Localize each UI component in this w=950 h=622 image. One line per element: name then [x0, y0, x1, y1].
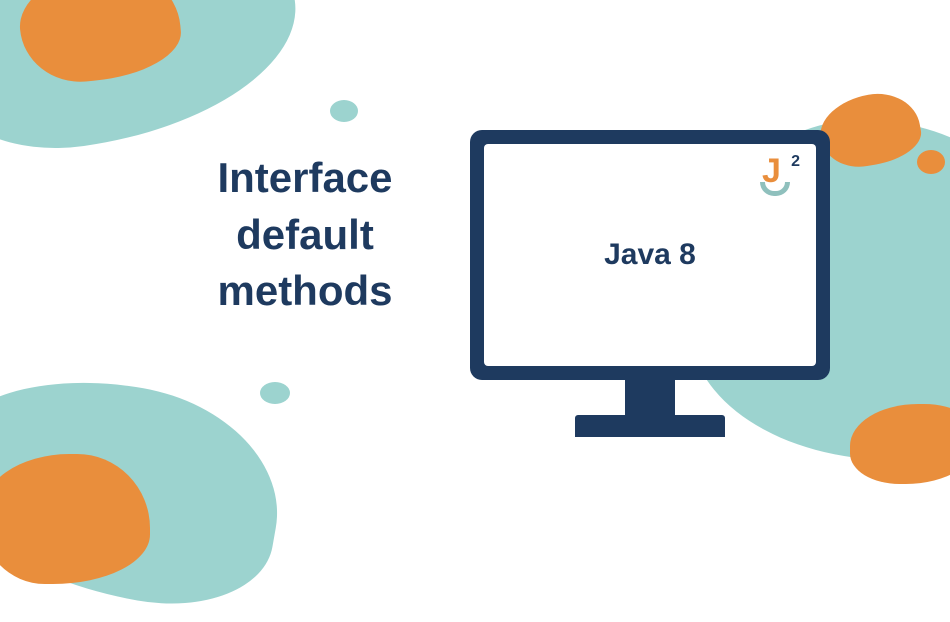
screen-text: Java 8	[604, 238, 696, 272]
main-heading: Interface default methods	[165, 150, 445, 320]
heading-line-1: Interface	[165, 150, 445, 207]
blob-decoration	[330, 100, 358, 122]
blob-decoration	[917, 150, 945, 174]
heading-line-3: methods	[165, 263, 445, 320]
logo-superscript-2: 2	[791, 154, 800, 170]
heading-line-2: default	[165, 207, 445, 264]
monitor-illustration: J 2 Java 8	[470, 130, 830, 437]
monitor-stand-base	[575, 415, 725, 437]
monitor-screen: J 2 Java 8	[484, 144, 816, 366]
logo-arc-icon	[760, 182, 790, 196]
monitor-frame: J 2 Java 8	[470, 130, 830, 380]
blob-decoration	[260, 382, 290, 404]
monitor-stand-neck	[625, 380, 675, 415]
j2-logo: J 2	[754, 154, 802, 202]
